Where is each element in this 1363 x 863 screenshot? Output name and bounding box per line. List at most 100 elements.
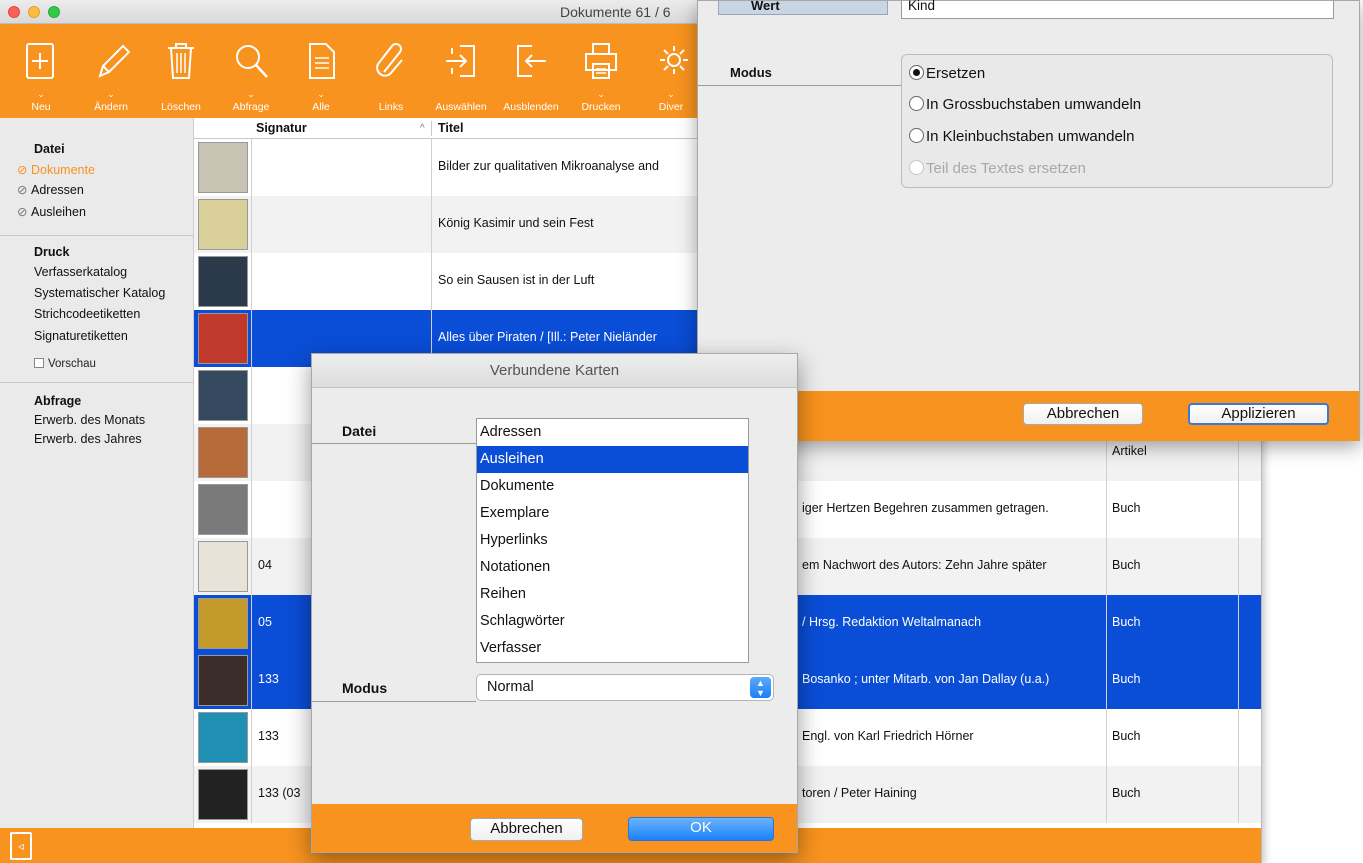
radio-empty-icon	[909, 128, 924, 143]
paperclip-icon: ⊘	[17, 205, 28, 219]
column-divider	[251, 139, 252, 196]
dialog-title: Verbundene Karten	[489, 362, 620, 379]
column-divider	[1238, 481, 1239, 538]
column-divider	[1238, 709, 1239, 766]
modus-select-value: Normal	[487, 679, 534, 695]
close-window-button[interactable]	[8, 6, 20, 18]
magnifier-icon	[236, 45, 268, 78]
list-item[interactable]: Adressen	[477, 419, 748, 446]
dialog-title-bar: Verbundene Karten	[312, 354, 797, 388]
toolbar-hide-button[interactable]: Ausblenden	[496, 24, 566, 118]
cell-typ: Buch	[1112, 501, 1141, 515]
apply-button[interactable]: Applizieren	[1188, 403, 1329, 425]
datei-divider	[312, 443, 476, 444]
zoom-window-button[interactable]	[48, 6, 60, 18]
column-divider	[1106, 481, 1107, 538]
sidebar-item-verfasserkatalog[interactable]: Verfasserkatalog	[34, 265, 127, 279]
column-divider	[251, 367, 252, 424]
plus-page-icon	[26, 43, 54, 79]
cell-typ: Buch	[1112, 729, 1141, 743]
radio-empty-icon	[909, 96, 924, 111]
toolbar-misc-button[interactable]: ⌄ Diver	[636, 24, 706, 118]
sidebar-item-ausleihen[interactable]: ⊘ Ausleihen	[17, 204, 86, 219]
toolbar-query-button[interactable]: ⌄ Abfrage	[216, 24, 286, 118]
toolbar-delete-button[interactable]: Löschen	[146, 24, 216, 118]
cover-thumbnail	[198, 427, 248, 478]
cell-typ: Buch	[1112, 786, 1141, 800]
cancel-button[interactable]: Abbrechen	[1023, 403, 1143, 425]
radio-grossbuchstaben[interactable]: In Grossbuchstaben umwandeln	[909, 96, 1141, 113]
list-item[interactable]: Reihen	[477, 581, 748, 608]
modus-label: Modus	[730, 65, 772, 80]
sidebar-item-erwerb-jahr[interactable]: Erwerb. des Jahres	[34, 432, 142, 446]
column-separator	[431, 121, 432, 136]
list-item[interactable]: Dokumente	[477, 473, 748, 500]
list-item[interactable]: Schlagwörter	[477, 608, 748, 635]
paperclip-icon	[376, 43, 403, 77]
column-divider	[1238, 652, 1239, 709]
column-divider	[1106, 766, 1107, 823]
list-item[interactable]: Verfasser	[477, 635, 748, 662]
column-divider	[251, 709, 252, 766]
radio-label: Ersetzen	[926, 65, 986, 82]
modus-radio-group: Ersetzen In Grossbuchstaben umwandeln In…	[901, 54, 1333, 188]
radio-ersetzen[interactable]: Ersetzen	[909, 65, 985, 82]
sidebar-item-adressen[interactable]: ⊘ Adressen	[17, 182, 84, 197]
minimize-window-button[interactable]	[28, 6, 40, 18]
preview-checkbox[interactable]: Vorschau	[34, 358, 96, 370]
file-listbox[interactable]: Adressen Ausleihen Dokumente Exemplare Hyper…	[476, 418, 749, 663]
column-header-titel[interactable]: Titel	[438, 121, 463, 135]
sidebar-item-strichcodeetiketten[interactable]: Strichcodeetiketten	[34, 307, 140, 321]
list-item[interactable]: Ausleihen	[477, 446, 748, 473]
column-divider	[251, 424, 252, 481]
toolbar-edit-button[interactable]: ⌄ Ändern	[76, 24, 146, 118]
wert-value: Kind	[908, 0, 936, 13]
column-divider	[1106, 595, 1107, 652]
list-item[interactable]: Exemplare	[477, 500, 748, 527]
cell-titel: Bosanko ; unter Mitarb. von Jan Dallay (…	[802, 672, 1050, 686]
list-item[interactable]: Hyperlinks	[477, 527, 748, 554]
sidebar-item-erwerb-monat[interactable]: Erwerb. des Monats	[34, 413, 145, 427]
toolbar-links-button[interactable]: Links	[356, 24, 426, 118]
cell-signatur: 133	[258, 672, 279, 686]
radio-kleinbuchstaben[interactable]: In Kleinbuchstaben umwandeln	[909, 128, 1134, 145]
trash-icon	[168, 43, 194, 79]
toolbar-new-button[interactable]: ⌄ Neu	[6, 24, 76, 118]
wert-input[interactable]: Kind	[901, 0, 1334, 19]
sidebar: Datei ⊘ Dokumente ⊘ Adressen ⊘ Ausleihen Dr…	[0, 118, 194, 828]
chevron-down-icon: ⌄	[597, 89, 605, 99]
sidebar-header-datei: Datei	[34, 142, 65, 156]
cell-signatur: 133 (03	[258, 786, 301, 800]
toolbar-all-button[interactable]: ⌄ Alle	[286, 24, 356, 118]
list-item[interactable]: Notationen	[477, 554, 748, 581]
cell-titel: Alles über Piraten / [Ill.: Peter Nielän…	[438, 330, 657, 344]
pencil-icon	[98, 44, 130, 78]
sidebar-header-druck: Druck	[34, 245, 70, 259]
sidebar-item-systematischer-katalog[interactable]: Systematischer Katalog	[34, 286, 165, 300]
toolbar-print-button[interactable]: ⌄ Drucken	[566, 24, 636, 118]
datei-label: Datei	[342, 423, 377, 439]
sidebar-item-label: Dokumente	[31, 163, 95, 177]
sidebar-toggle-icon[interactable]: ◃	[10, 832, 32, 860]
cell-titel: So ein Sausen ist in der Luft	[438, 273, 595, 287]
column-divider	[431, 139, 432, 196]
wert-label-cell: Wert	[718, 0, 888, 15]
printer-icon	[585, 43, 617, 79]
modus-select[interactable]: Normal ▲ ▼	[476, 674, 774, 701]
cell-titel: König Kasimir und sein Fest	[438, 216, 594, 230]
column-divider	[251, 310, 252, 367]
cancel-button[interactable]: Abbrechen	[470, 818, 583, 841]
cell-signatur: 05	[258, 615, 272, 629]
toolbar-select-button[interactable]: Auswählen	[426, 24, 496, 118]
sidebar-item-dokumente[interactable]: ⊘ Dokumente	[17, 162, 95, 177]
cell-titel: Bilder zur qualitativen Mikroanalyse and	[438, 159, 659, 173]
sidebar-item-signaturetiketten[interactable]: Signaturetiketten	[34, 329, 128, 343]
column-divider	[1106, 538, 1107, 595]
sidebar-item-label: Ausleihen	[31, 205, 86, 219]
column-divider	[1238, 595, 1239, 652]
modus-divider	[698, 85, 901, 86]
column-header-signatur[interactable]: Signatur	[256, 121, 307, 135]
ok-button[interactable]: OK	[628, 817, 774, 841]
column-divider	[1106, 709, 1107, 766]
column-divider	[431, 253, 432, 310]
